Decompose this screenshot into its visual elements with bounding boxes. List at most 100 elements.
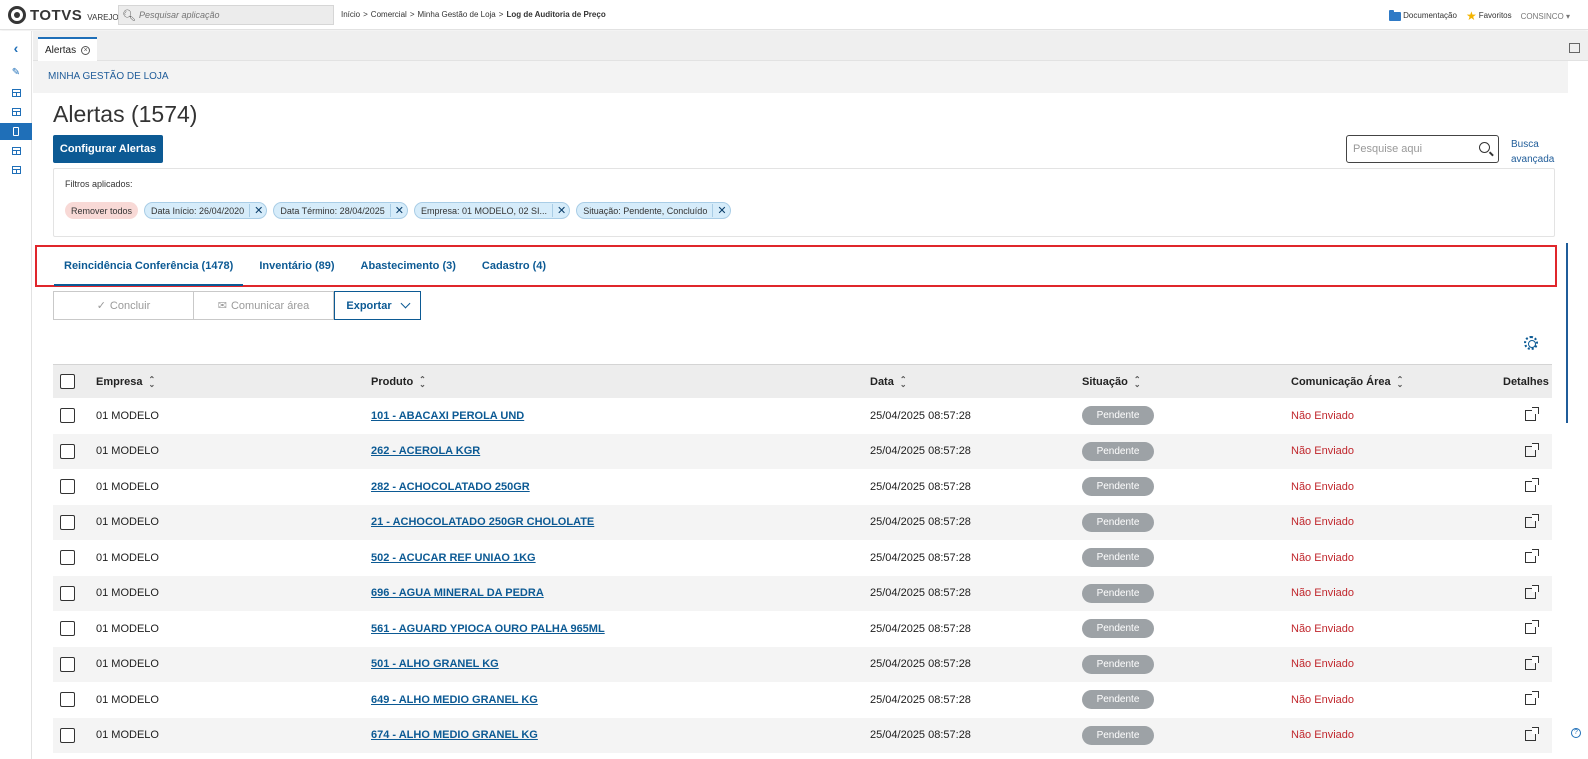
cell-empresa: 01 MODELO (96, 551, 159, 564)
grid-icon[interactable] (0, 84, 32, 101)
app-search[interactable]: 🔍︎ (118, 5, 334, 25)
external-link-icon[interactable] (1525, 407, 1539, 422)
product-link[interactable]: 21 - ACHOCOLATADO 250GR CHOLOLATE (371, 516, 594, 528)
row-checkbox[interactable] (60, 727, 75, 743)
table-row: 01 MODELO 501 - ALHO GRANEL KG 25/04/202… (53, 646, 1552, 682)
advanced-search-link[interactable]: Busca avançada (1511, 137, 1556, 167)
grid-icon[interactable] (0, 103, 32, 120)
window-list-icon[interactable] (1569, 43, 1580, 53)
configure-alerts-button[interactable]: Configurar Alertas (53, 135, 163, 163)
row-checkbox[interactable] (60, 479, 75, 495)
product-link[interactable]: 502 - ACUCAR REF UNIAO 1KG (371, 552, 536, 564)
close-icon[interactable]: ✕ (249, 204, 263, 217)
collapse-chevron-icon[interactable]: ‹ (0, 39, 32, 56)
table-row: 01 MODELO 502 - ACUCAR REF UNIAO 1KG 25/… (53, 540, 1552, 576)
external-link-icon[interactable] (1525, 691, 1539, 706)
tab-abastecimento[interactable]: Abastecimento (3) (351, 250, 466, 286)
product-link[interactable]: 696 - AGUA MINERAL DA PEDRA (371, 587, 544, 599)
doc-tab-alertas[interactable]: Alertas × (38, 37, 98, 61)
totvs-logo-mark (8, 6, 26, 24)
external-link-icon[interactable] (1525, 584, 1539, 599)
cell-data: 25/04/2025 08:57:28 (870, 622, 971, 635)
cell-comunicacao: Não Enviado (1291, 622, 1354, 635)
app-search-input[interactable] (139, 10, 329, 20)
docs-link[interactable]: Documentação (1389, 9, 1457, 21)
external-link-icon[interactable] (1525, 655, 1539, 670)
tab-cadastro[interactable]: Cadastro (4) (472, 250, 556, 286)
grid-icon[interactable] (0, 161, 32, 178)
breadcrumb-item-minha-gestao[interactable]: Minha Gestão de Loja (417, 10, 495, 19)
table-actions: ✓ Concluir ✉ Comunicar área Exportar (53, 291, 421, 320)
breadcrumb-item-inicio[interactable]: Início (341, 10, 360, 19)
pencil-icon[interactable]: ✎ (0, 64, 32, 81)
row-checkbox[interactable] (60, 514, 75, 530)
status-badge: Pendente (1082, 406, 1154, 426)
totvs-logo[interactable]: TOTVS VAREJO (8, 6, 119, 24)
close-icon[interactable]: ✕ (712, 204, 727, 217)
favorites-link[interactable]: ★ Favoritos (1466, 9, 1512, 23)
check-icon: ✓ (96, 300, 106, 312)
cell-data: 25/04/2025 08:57:28 (870, 445, 971, 458)
mobile-icon[interactable] (0, 123, 32, 140)
sort-icon: ⌃ ⌄ (899, 374, 907, 389)
scrollbar[interactable] (1566, 243, 1568, 423)
col-detalhes: Detalhes (1503, 375, 1549, 388)
alert-tabs: Reincidência Conferência (1478) Inventár… (54, 250, 562, 286)
sort-icon: ⌃ ⌄ (148, 374, 156, 389)
cell-data: 25/04/2025 08:57:28 (870, 551, 971, 564)
close-icon[interactable]: ✕ (389, 204, 404, 217)
gear-icon[interactable] (1524, 336, 1538, 350)
cell-comunicacao: Não Enviado (1291, 516, 1354, 529)
external-link-icon[interactable] (1525, 620, 1539, 635)
product-link[interactable]: 101 - ABACAXI PEROLA UND (371, 410, 524, 422)
product-link[interactable]: 262 - ACEROLA KGR (371, 445, 480, 457)
table-row: 01 MODELO 101 - ABACAXI PEROLA UND 25/04… (53, 398, 1552, 434)
close-icon[interactable]: ✕ (552, 204, 566, 217)
external-link-icon[interactable] (1525, 442, 1539, 457)
breadcrumb: Início > Comercial > Minha Gestão de Loja > Lo… (341, 10, 606, 19)
filter-chip-data-inicio: Data Início: 26/04/2020 ✕ (144, 202, 268, 219)
product-link[interactable]: 649 - ALHO MEDIO GRANEL KG (371, 694, 538, 706)
row-checkbox[interactable] (60, 443, 75, 459)
help-icon[interactable]: ? (1571, 728, 1581, 738)
row-checkbox[interactable] (60, 692, 75, 708)
select-all-checkbox[interactable] (60, 374, 75, 389)
cell-comunicacao: Não Enviado (1291, 658, 1354, 671)
product-link[interactable]: 501 - ALHO GRANEL KG (371, 658, 499, 670)
filter-chip-empresa: Empresa: 01 MODELO, 02 SI... ✕ (413, 202, 571, 219)
communicate-area-button[interactable]: ✉ Comunicar área (194, 291, 334, 320)
row-checkbox[interactable] (60, 408, 75, 424)
remove-all-chip[interactable]: Remover todos (65, 202, 139, 219)
col-comunicacao[interactable]: Comunicação Área ⌃ ⌄ (1291, 365, 1403, 398)
product-link[interactable]: 674 - ALHO MEDIO GRANEL KG (371, 729, 538, 741)
row-checkbox[interactable] (60, 656, 75, 672)
export-button[interactable]: Exportar (334, 291, 421, 320)
breadcrumb-item-comercial[interactable]: Comercial (371, 10, 407, 19)
table-row: 01 MODELO 561 - AGUARD YPIOCA OURO PALHA… (53, 611, 1552, 647)
user-menu[interactable]: CONSINCO ▾ (1521, 12, 1570, 21)
external-link-icon[interactable] (1525, 726, 1539, 741)
product-link[interactable]: 282 - ACHOCOLATADO 250GR (371, 481, 530, 493)
row-checkbox[interactable] (60, 621, 75, 637)
col-situacao[interactable]: Situação ⌃ ⌄ (1082, 365, 1141, 398)
search-input[interactable] (1353, 143, 1471, 155)
external-link-icon[interactable] (1525, 549, 1539, 564)
row-checkbox[interactable] (60, 585, 75, 601)
col-produto[interactable]: Produto ⌃ ⌄ (371, 365, 426, 398)
tab-reincidencia-conferencia[interactable]: Reincidência Conferência (1478) (54, 250, 244, 286)
search-icon[interactable] (1479, 142, 1490, 153)
close-icon[interactable]: × (81, 45, 91, 55)
row-checkbox[interactable] (60, 550, 75, 566)
doc-tab-label: Alertas (45, 44, 77, 56)
document-tab-strip: Alertas × (33, 31, 1588, 61)
col-data[interactable]: Data ⌃ ⌄ (870, 365, 907, 398)
tab-inventario[interactable]: Inventário (89) (249, 250, 344, 286)
external-link-icon[interactable] (1525, 478, 1539, 493)
external-link-icon[interactable] (1525, 513, 1539, 528)
conclude-button[interactable]: ✓ Concluir (53, 291, 194, 320)
col-empresa[interactable]: Empresa ⌃ ⌄ (96, 365, 155, 398)
product-link[interactable]: 561 - AGUARD YPIOCA OURO PALHA 965ML (371, 623, 605, 635)
search-box[interactable] (1346, 135, 1499, 163)
sort-icon: ⌃ ⌄ (1396, 374, 1404, 389)
grid-icon[interactable] (0, 142, 32, 159)
